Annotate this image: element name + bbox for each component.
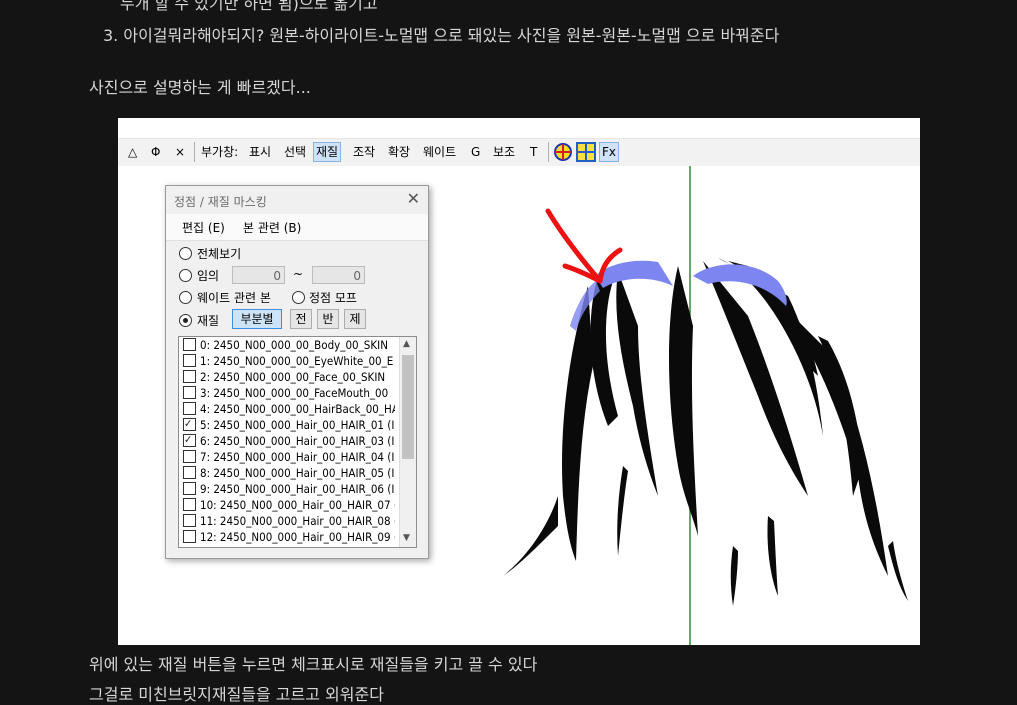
toolbar-label: 부가창: — [201, 145, 239, 159]
radio-material[interactable] — [179, 314, 192, 327]
radio-all[interactable] — [179, 247, 192, 260]
material-item[interactable]: 6: 2450_N00_000_Hair_00_HAIR_03 (I — [183, 433, 395, 449]
vertex-material-mask-dialog: 정점 / 재질 마스킹 ✕ 편집 (E) 본 관련 (B) 전체보기 임의 0 … — [165, 185, 429, 559]
range-from-input[interactable]: 0 — [232, 266, 285, 284]
material-item[interactable]: 9: 2450_N00_000_Hair_00_HAIR_06 (I — [183, 481, 395, 497]
toolbar-divider — [548, 142, 549, 162]
material-item[interactable]: 11: 2450_N00_000_Hair_00_HAIR_08 ( — [183, 513, 395, 529]
blog-text-line: 위에 있는 재질 버튼을 누르면 체크표시로 재질들을 키고 끌 수 있다 — [89, 655, 538, 674]
phi-icon[interactable]: Φ — [149, 143, 162, 161]
material-checkbox[interactable] — [183, 354, 196, 367]
radio-vertex-morph-label: 정점 모프 — [309, 291, 357, 305]
close-x-icon[interactable]: × — [173, 143, 187, 161]
blog-text-line: 그걸로 미친브릿지재질들을 고르고 외워준다 — [89, 685, 384, 704]
toolbar-item-assist[interactable]: 보조 — [491, 143, 517, 161]
dialog-menubar: 편집 (E) 본 관련 (B) — [166, 214, 428, 241]
range-tilde: ~ — [293, 267, 304, 281]
grid-palette-icon[interactable] — [576, 142, 596, 162]
partial-button[interactable]: 부분별 — [232, 309, 282, 329]
material-checkbox[interactable] — [183, 498, 196, 511]
radio-vertex-morph[interactable] — [292, 291, 305, 304]
material-checkbox[interactable] — [183, 450, 196, 463]
radio-arbitrary[interactable] — [179, 269, 192, 282]
radio-weight-bone[interactable] — [179, 291, 192, 304]
material-checkbox-checked[interactable] — [183, 433, 196, 448]
editor-toolbar: △ Φ × 부가창: 표시 선택 재질 조작 확장 웨이트 G 보조 T Fx — [118, 138, 920, 167]
triangle-icon[interactable]: △ — [126, 143, 139, 161]
editor-screenshot: △ Φ × 부가창: 표시 선택 재질 조작 확장 웨이트 G 보조 T Fx — [118, 118, 920, 645]
toolbar-item-display[interactable]: 표시 — [247, 143, 273, 161]
material-item[interactable]: 7: 2450_N00_000_Hair_00_HAIR_04 (I — [183, 449, 395, 465]
color-wheel-icon[interactable] — [553, 142, 573, 162]
toolbar-item-extend[interactable]: 확장 — [386, 143, 412, 161]
material-item[interactable]: 4: 2450_N00_000_00_HairBack_00_HA — [183, 401, 395, 417]
menu-edit[interactable]: 편집 (E) — [182, 219, 225, 236]
material-checkbox[interactable] — [183, 338, 196, 351]
material-checkbox[interactable] — [183, 482, 196, 495]
material-item[interactable]: 3: 2450_N00_000_00_FaceMouth_00 — [183, 385, 395, 401]
material-item[interactable]: 5: 2450_N00_000_Hair_00_HAIR_01 (I — [183, 417, 395, 433]
radio-material-label: 재질 — [197, 314, 220, 328]
radio-arbitrary-label: 임의 — [197, 269, 220, 283]
toolbar-item-g[interactable]: G — [469, 143, 482, 161]
toolbar-item-manipulate[interactable]: 조작 — [351, 143, 377, 161]
dialog-title: 정점 / 재질 마스킹 — [174, 195, 267, 209]
radio-weight-bone-label: 웨이트 관련 본 — [197, 291, 271, 305]
material-checkbox[interactable] — [183, 466, 196, 479]
material-item[interactable]: 12: 2450_N00_000_Hair_00_HAIR_09 ( — [183, 529, 395, 545]
material-item[interactable]: 2: 2450_N00_000_00_Face_00_SKIN — [183, 369, 395, 385]
material-item[interactable]: 8: 2450_N00_000_Hair_00_HAIR_05 (I — [183, 465, 395, 481]
fx-button[interactable]: Fx — [599, 142, 620, 162]
radio-all-label: 전체보기 — [197, 247, 242, 261]
material-checkbox[interactable] — [183, 402, 196, 415]
material-checkbox[interactable] — [183, 386, 196, 399]
toolbar-item-select[interactable]: 선택 — [282, 143, 308, 161]
scroll-up-icon[interactable]: ▲ — [403, 339, 410, 349]
close-icon[interactable]: ✕ — [407, 189, 420, 208]
blog-text-line: 두개 할 수 있기만 하면 됨)으로 옮기고 — [120, 0, 378, 13]
scrollbar-thumb[interactable] — [402, 355, 414, 459]
toolbar-item-t[interactable]: T — [528, 143, 539, 161]
material-item[interactable]: 1: 2450_N00_000_00_EyeWhite_00_E — [183, 353, 395, 369]
list-scrollbar[interactable]: ▲ ▼ — [399, 337, 416, 547]
material-checkbox[interactable] — [183, 514, 196, 527]
select-all-button[interactable]: 전 — [290, 309, 312, 329]
material-list[interactable]: 0: 2450_N00_000_00_Body_00_SKIN 1: 2450_… — [178, 336, 417, 548]
material-item[interactable]: 0: 2450_N00_000_00_Body_00_SKIN — [183, 337, 395, 353]
invert-button[interactable]: 반 — [317, 309, 339, 329]
blog-list-item-3: 3. 아이걸뭐라해야되지? 원본-하이라이트-노멀맵 으로 돼있는 사진을 원본… — [103, 26, 780, 45]
blog-text-line: 사진으로 설명하는 게 빠르겠다... — [89, 78, 311, 97]
range-to-input[interactable]: 0 — [312, 266, 365, 284]
material-checkbox[interactable] — [183, 530, 196, 543]
material-item[interactable]: 10: 2450_N00_000_Hair_00_HAIR_07 ( — [183, 497, 395, 513]
menu-bone[interactable]: 본 관련 (B) — [243, 219, 301, 236]
toolbar-divider — [194, 142, 195, 162]
material-checkbox[interactable] — [183, 370, 196, 383]
toolbar-item-material[interactable]: 재질 — [313, 142, 342, 162]
remove-button[interactable]: 제 — [344, 309, 366, 329]
toolbar-item-weight[interactable]: 웨이트 — [421, 143, 458, 161]
scroll-down-icon[interactable]: ▼ — [403, 533, 410, 543]
material-checkbox-checked[interactable] — [183, 417, 196, 432]
